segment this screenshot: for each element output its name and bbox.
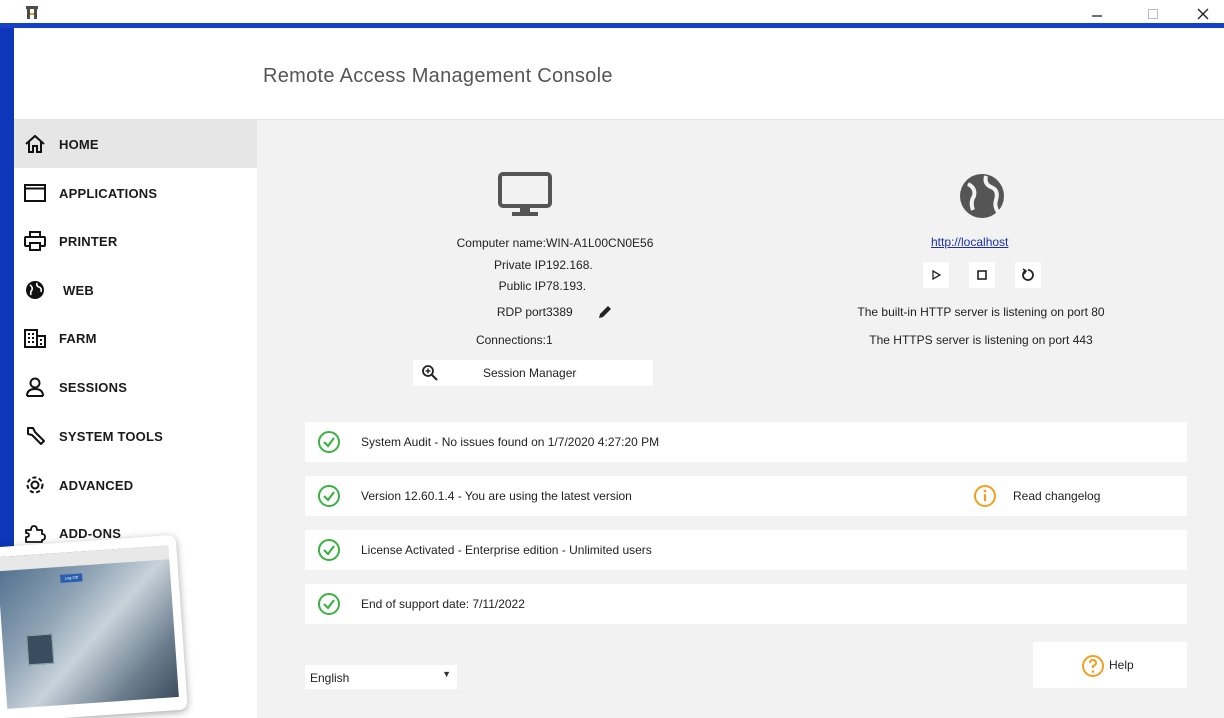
public-ip-value: 78.193.: [546, 279, 587, 293]
sidebar-item-web[interactable]: WEB: [14, 266, 257, 314]
stop-icon: [977, 270, 987, 280]
page-title: Remote Access Management Console: [263, 65, 613, 87]
app-icon: [26, 6, 38, 19]
sidebar-item-label: FARM: [59, 330, 97, 346]
app-window: Remote Access Management Console HOME AP…: [0, 0, 1224, 718]
rdp-port-value: 3389: [546, 305, 573, 319]
globe-icon: [960, 174, 1004, 218]
version-row: Version 12.60.1.4 - You are using the la…: [305, 476, 1187, 516]
main-panel: Computer name: WIN-A1L00CN0E56 Private I…: [257, 120, 1224, 718]
maximize-button[interactable]: [1130, 0, 1176, 28]
sidebar-item-label: ADVANCED: [59, 477, 134, 493]
help-icon: [1082, 655, 1104, 677]
preview-image: Log Off: [0, 545, 179, 709]
sidebar-item-printer[interactable]: PRINTER: [14, 217, 257, 265]
version-text: Version 12.60.1.4 - You are using the la…: [361, 489, 632, 503]
session-manager-label: Session Manager: [483, 366, 577, 380]
localhost-link[interactable]: http://localhost: [931, 235, 1008, 249]
help-label: Help: [1109, 658, 1134, 672]
preview-thumbnail: Log Off: [0, 534, 188, 718]
system-audit-text: System Audit - No issues found on 1/7/20…: [361, 435, 660, 449]
check-circle-icon: [318, 539, 340, 561]
building-icon: [23, 326, 47, 350]
sidebar-item-label: PRINTER: [59, 233, 118, 249]
zoom-in-icon: [422, 365, 438, 381]
sidebar-item-sessions[interactable]: SESSIONS: [14, 363, 257, 411]
gear-icon: [23, 473, 47, 497]
sidebar-item-label: APPLICATIONS: [59, 185, 158, 201]
preview-app-tile: [26, 633, 55, 666]
connections-label: Connections:: [475, 333, 546, 347]
refresh-icon: [1022, 268, 1034, 281]
sidebar-item-system-tools[interactable]: SYSTEM TOOLS: [14, 412, 257, 460]
title-bar: [0, 0, 1224, 28]
puzzle-icon: [23, 521, 47, 545]
restart-server-button[interactable]: [1015, 262, 1041, 288]
pencil-icon: [599, 306, 611, 318]
sidebar-item-label: WEB: [63, 282, 94, 298]
license-row: License Activated - Enterprise edition -…: [305, 530, 1187, 570]
support-row: End of support date: 7/11/2022: [305, 584, 1187, 624]
rdp-port-label: RDP port: [496, 305, 546, 319]
web-server-panel: http://localhost The built-in HTTP serve…: [781, 120, 1181, 360]
language-select[interactable]: English ▼: [305, 665, 457, 689]
chevron-down-icon: ▼: [442, 669, 451, 679]
private-ip-label: Private IP: [493, 258, 546, 272]
maximize-icon: [1148, 9, 1158, 19]
http-status-text: The built-in HTTP server is listening on…: [857, 305, 1105, 319]
user-icon: [23, 375, 47, 399]
language-value: English: [310, 671, 350, 685]
sidebar-item-farm[interactable]: FARM: [14, 314, 257, 362]
sidebar-item-label: SESSIONS: [59, 379, 128, 395]
wrench-icon: [23, 424, 47, 448]
sidebar-item-advanced[interactable]: ADVANCED: [14, 461, 257, 509]
support-text: End of support date: 7/11/2022: [361, 597, 525, 611]
close-button[interactable]: [1180, 0, 1224, 28]
computer-name-label: Computer name:: [456, 236, 546, 250]
private-ip-value: 192.168.: [546, 258, 593, 272]
play-icon: [932, 270, 941, 280]
connections-value: 1: [546, 333, 553, 347]
public-ip-label: Public IP: [498, 279, 546, 293]
edit-rdp-port-button[interactable]: [592, 299, 618, 325]
printer-icon: [23, 229, 47, 253]
minimize-icon: [1092, 15, 1102, 17]
monitor-icon: [498, 172, 552, 216]
help-button[interactable]: Help: [1033, 642, 1187, 688]
stop-server-button[interactable]: [969, 262, 995, 288]
session-manager-button[interactable]: Session Manager: [413, 360, 653, 386]
license-text: License Activated - Enterprise edition -…: [361, 543, 652, 557]
close-icon: [1197, 8, 1209, 20]
header: Remote Access Management Console: [14, 33, 1224, 120]
https-status-text: The HTTPS server is listening on port 44…: [869, 333, 1093, 347]
sidebar-item-applications[interactable]: APPLICATIONS: [14, 169, 257, 217]
computer-name-value: WIN-A1L00CN0E56: [546, 236, 654, 250]
sidebar-item-label: SYSTEM TOOLS: [59, 428, 164, 444]
check-circle-icon: [318, 485, 340, 507]
minimize-button[interactable]: [1074, 0, 1120, 28]
check-circle-icon: [318, 593, 340, 615]
info-icon: [974, 485, 996, 507]
home-icon: [23, 132, 47, 156]
sidebar-item-label: HOME: [59, 136, 99, 152]
window-icon: [23, 181, 47, 205]
globe-icon: [23, 278, 47, 302]
sidebar-item-home[interactable]: HOME: [14, 120, 257, 168]
preview-logoff-button: Log Off: [60, 573, 83, 583]
check-circle-icon: [318, 431, 340, 453]
start-server-button[interactable]: [923, 262, 949, 288]
system-audit-row: System Audit - No issues found on 1/7/20…: [305, 422, 1187, 462]
read-changelog-label: Read changelog: [1013, 489, 1101, 503]
preview-window-bar: [0, 545, 170, 572]
